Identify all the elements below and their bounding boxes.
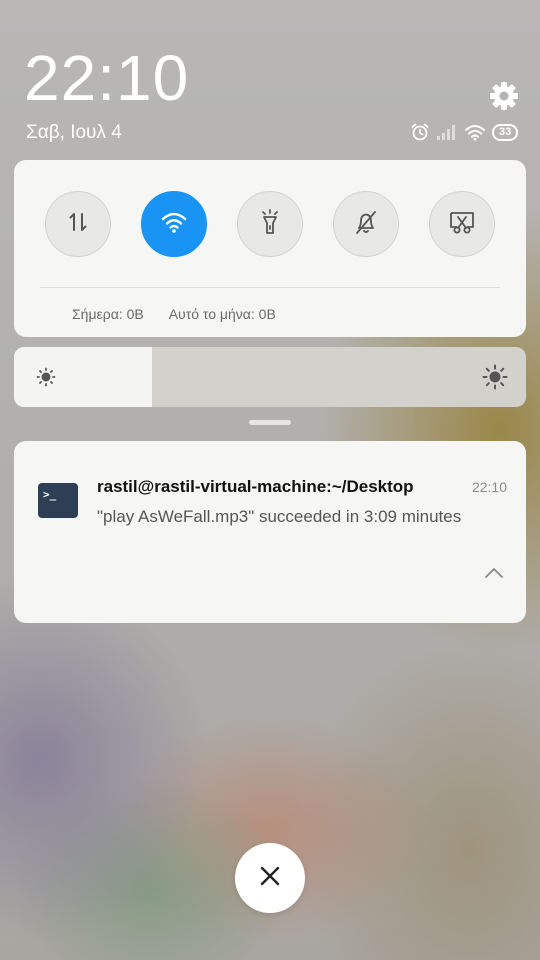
wifi-toggle[interactable] [141,191,207,257]
flashlight-icon [257,208,283,241]
close-icon [259,865,281,892]
wifi-status-icon [464,123,486,141]
date: Σαβ, Ιουλ 4 [26,122,122,143]
data-usage: Σήμερα: 0B Αυτό το μήνα: 0B [72,306,276,322]
terminal-icon-text: >_ [43,488,57,501]
battery-icon: 33 [492,123,519,141]
flashlight-toggle[interactable] [237,191,303,257]
cell-signal-icon [436,123,458,141]
data-today: Σήμερα: 0B [72,306,144,322]
bell-off-icon [353,208,379,241]
notification-card[interactable]: >_ rastil@rastil-virtual-machine:~/Deskt… [14,441,526,623]
status-icons: 33 [410,122,519,142]
panel-drag-handle[interactable] [249,420,291,425]
data-month: Αυτό το μήνα: 0B [168,306,276,322]
status-area: 22:10 Σαβ, Ιουλ 4 33 [0,0,540,160]
collapse-chevron-icon[interactable] [482,565,506,586]
settings-gear-icon[interactable] [488,80,520,112]
clear-notifications-button[interactable] [235,843,305,913]
brightness-low-icon [36,367,56,392]
silent-mode-toggle[interactable] [333,191,399,257]
wifi-icon [160,210,188,239]
brightness-fill [14,347,153,407]
brightness-high-icon [482,364,508,395]
notification-body: "play AsWeFall.mp3" succeeded in 3:09 mi… [97,507,462,526]
quick-settings-toggles [45,191,495,258]
clock: 22:10 [24,42,190,114]
screenshot-toggle[interactable] [429,191,495,257]
quick-settings-panel: Σήμερα: 0B Αυτό το μήνα: 0B [14,160,526,337]
terminal-app-icon: >_ [38,483,78,518]
scissors-icon [448,208,476,241]
data-arrows-icon [65,209,91,240]
divider [40,287,500,288]
mobile-data-toggle[interactable] [45,191,111,257]
notification-title: rastil@rastil-virtual-machine:~/Desktop [97,477,414,496]
battery-level: 33 [499,125,512,138]
notification-time: 22:10 [471,479,507,495]
brightness-slider[interactable] [14,347,526,407]
alarm-icon [410,122,430,142]
